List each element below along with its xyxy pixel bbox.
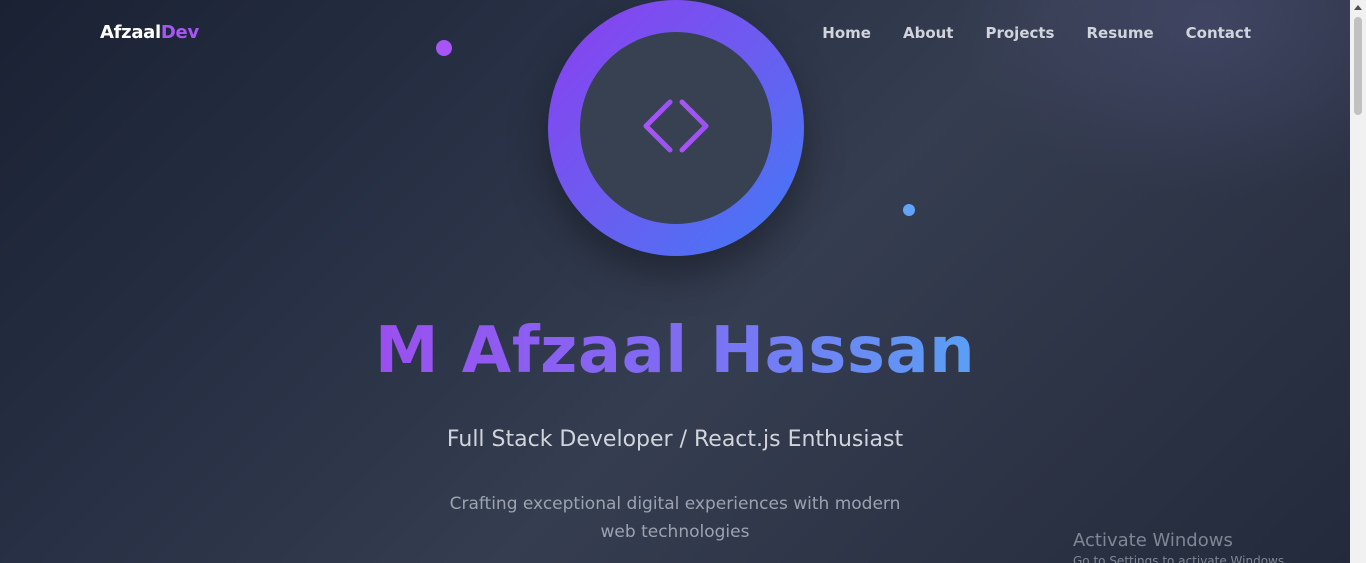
hero-name-text: M Afzaal Hassan bbox=[374, 314, 976, 388]
page: AfzaalDev Home About Projects Resume Con… bbox=[0, 0, 1350, 563]
nav-link-resume[interactable]: Resume bbox=[1071, 22, 1170, 44]
code-icon bbox=[643, 99, 709, 153]
scroll-up-arrow-icon[interactable] bbox=[1354, 5, 1362, 10]
avatar-circle bbox=[580, 32, 772, 224]
watermark-subtitle: Go to Settings to activate Windows. bbox=[1073, 554, 1288, 563]
decorative-dot-purple bbox=[436, 40, 452, 56]
windows-activation-watermark: Activate Windows Go to Settings to activ… bbox=[1073, 528, 1288, 563]
main-nav: Home About Projects Resume Contact bbox=[806, 22, 1251, 44]
scrollbar-thumb[interactable] bbox=[1354, 17, 1362, 115]
vertical-scrollbar[interactable] bbox=[1350, 0, 1366, 563]
hero-subtitle: Full Stack Developer / React.js Enthusia… bbox=[446, 427, 904, 452]
site-logo[interactable]: AfzaalDev bbox=[100, 20, 199, 46]
avatar-ring bbox=[548, 0, 804, 256]
nav-link-about[interactable]: About bbox=[887, 22, 970, 44]
nav-link-contact[interactable]: Contact bbox=[1170, 22, 1251, 44]
watermark-title: Activate Windows bbox=[1073, 530, 1233, 551]
nav-link-home[interactable]: Home bbox=[806, 22, 887, 44]
logo-text-primary: Afzaal bbox=[100, 22, 161, 43]
hero-tagline: Crafting exceptional digital experiences… bbox=[449, 494, 901, 542]
hero-name: M Afzaal Hassan bbox=[0, 312, 1350, 390]
nav-link-projects[interactable]: Projects bbox=[969, 22, 1070, 44]
logo-text-accent: Dev bbox=[160, 22, 199, 43]
decorative-dot-blue bbox=[903, 204, 915, 216]
